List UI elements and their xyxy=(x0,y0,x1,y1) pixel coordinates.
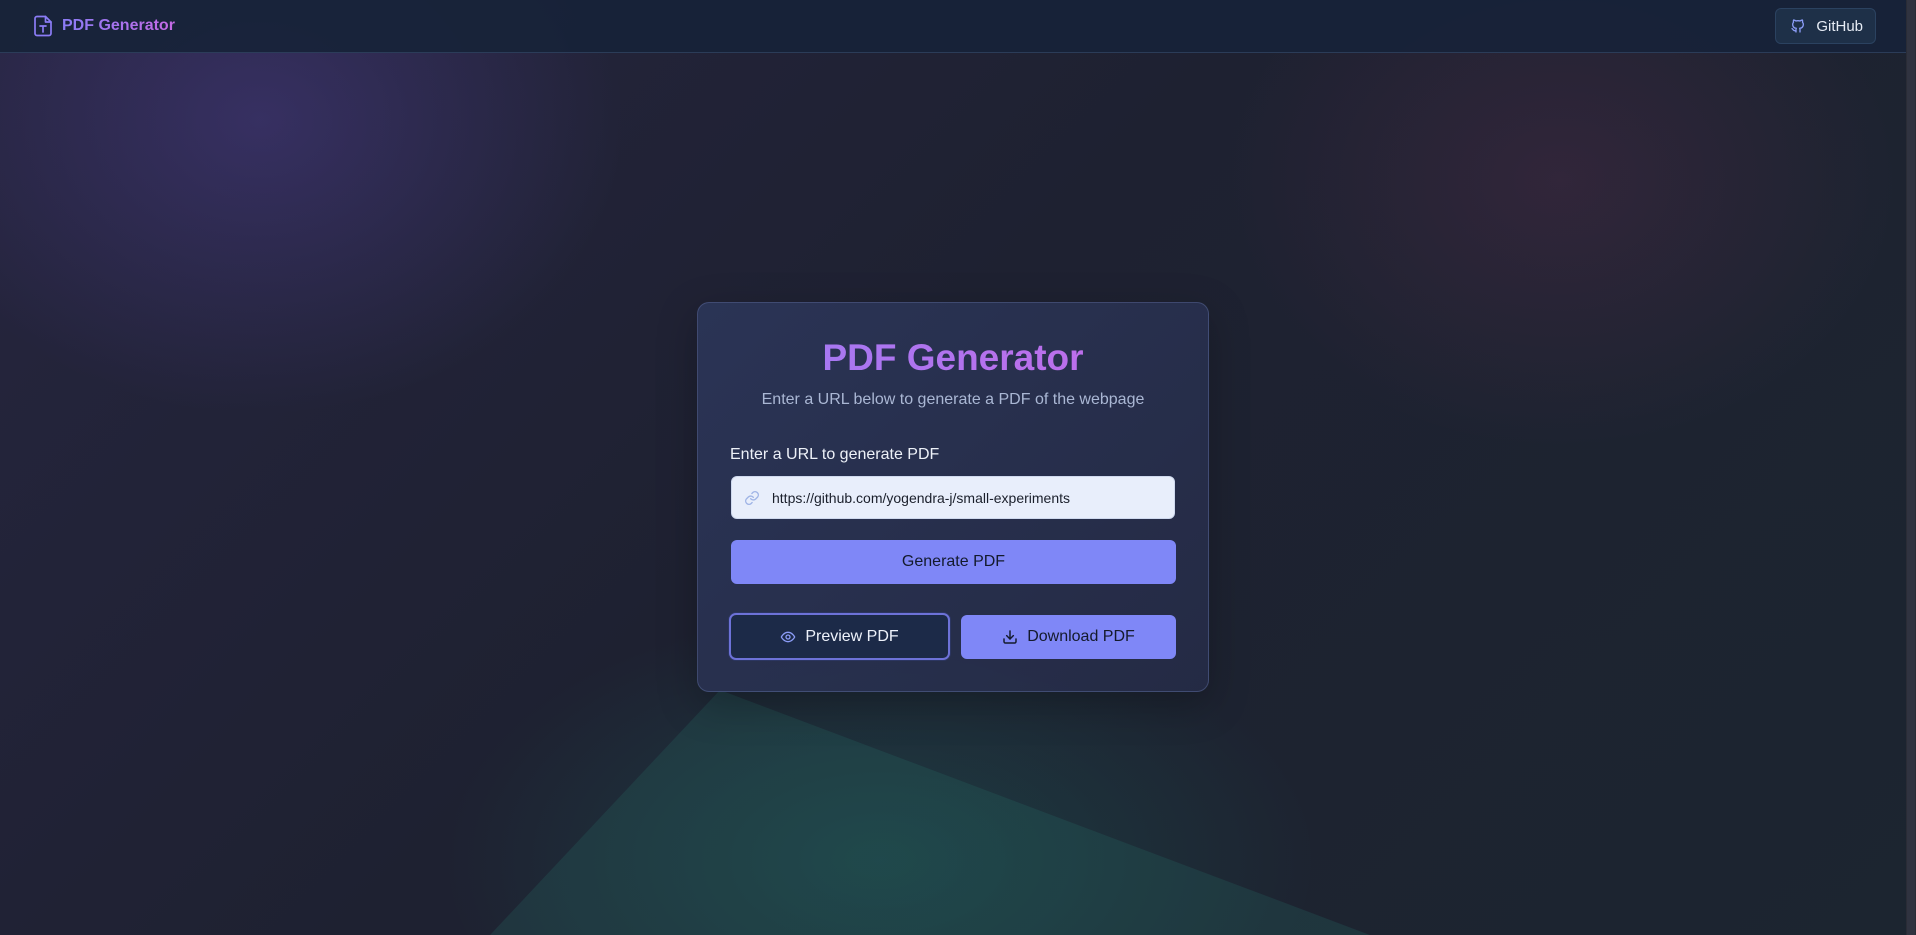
github-icon xyxy=(1790,18,1806,34)
scrollbar-track[interactable] xyxy=(1907,0,1915,935)
download-pdf-label: Download PDF xyxy=(1027,628,1135,645)
url-input[interactable] xyxy=(770,488,1174,507)
brand[interactable]: PDF Generator xyxy=(33,15,175,37)
download-pdf-button[interactable]: Download PDF xyxy=(961,615,1176,659)
card-title: PDF Generator xyxy=(698,336,1208,380)
card-subtitle: Enter a URL below to generate a PDF of t… xyxy=(761,391,1145,408)
github-label: GitHub xyxy=(1816,17,1863,35)
file-type-icon xyxy=(33,15,53,37)
url-input-wrapper xyxy=(731,476,1175,519)
download-icon xyxy=(1002,629,1018,645)
url-field-label: Enter a URL to generate PDF xyxy=(730,446,940,463)
github-button[interactable]: GitHub xyxy=(1775,8,1876,44)
eye-icon xyxy=(780,629,796,645)
generate-pdf-button[interactable]: Generate PDF xyxy=(731,540,1176,584)
pdf-generator-card: PDF Generator Enter a URL below to gener… xyxy=(697,302,1209,692)
brand-title: PDF Generator xyxy=(62,17,175,34)
preview-pdf-label: Preview PDF xyxy=(805,627,899,645)
background-light-beam xyxy=(490,690,1370,935)
link-icon xyxy=(744,490,760,506)
preview-pdf-button[interactable]: Preview PDF xyxy=(729,613,950,660)
vertical-scrollbar[interactable] xyxy=(1906,0,1916,935)
top-navbar: PDF Generator GitHub xyxy=(0,0,1906,53)
